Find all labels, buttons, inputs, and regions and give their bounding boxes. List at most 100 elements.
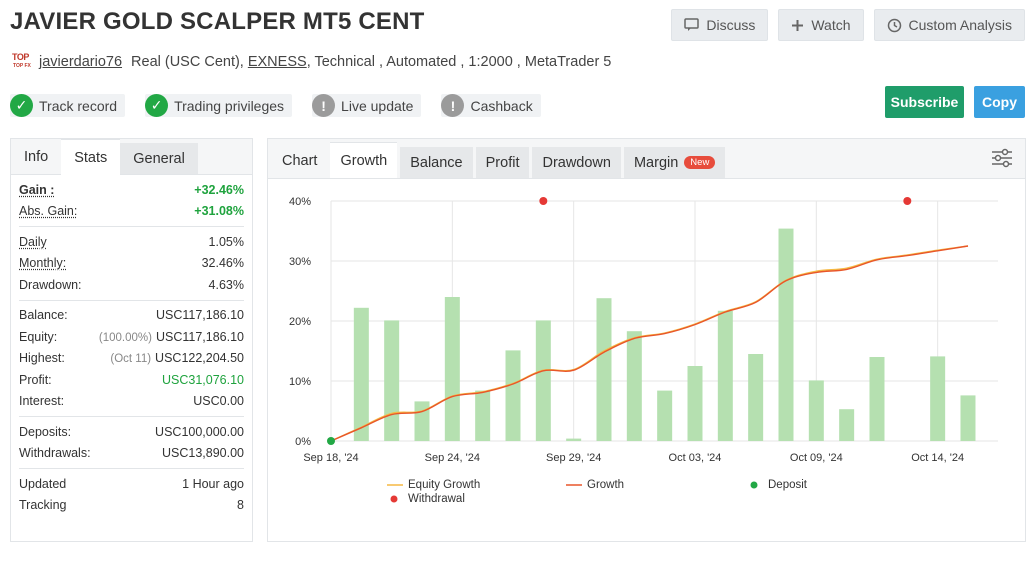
settings-sliders-icon[interactable] bbox=[991, 148, 1013, 168]
daily-value: 1.05% bbox=[208, 234, 244, 249]
stat-row-withdrawals: Withdrawals: USC13,890.00 bbox=[19, 443, 244, 465]
tab-growth[interactable]: Growth bbox=[330, 142, 398, 178]
drawdown-value: 4.63% bbox=[208, 277, 244, 292]
broker-logo: TOP TOP FX bbox=[12, 52, 32, 72]
bar bbox=[535, 320, 551, 441]
equity-value: (100.00%) USC117,186.10 bbox=[99, 330, 244, 344]
profit-value: USC31,076.10 bbox=[161, 372, 244, 387]
stat-row-monthly: Monthly: 32.46% bbox=[19, 253, 244, 275]
tab-general[interactable]: General bbox=[120, 143, 198, 174]
tab-drawdown[interactable]: Drawdown bbox=[532, 147, 621, 178]
x-tick-label: Sep 29, '24 bbox=[546, 452, 601, 464]
stat-row-profit: Profit: USC31,076.10 bbox=[19, 369, 244, 391]
stat-row-deposits: Deposits: USC100,000.00 bbox=[19, 421, 244, 443]
stat-row-highest: Highest: (Oct 11) USC122,204.50 bbox=[19, 348, 244, 370]
monthly-value: 32.46% bbox=[201, 256, 244, 271]
account-info: TOP TOP FX javierdario76 Real (USC Cent)… bbox=[12, 52, 611, 72]
chart-heading: Chart bbox=[268, 143, 328, 178]
tab-info[interactable]: Info bbox=[11, 139, 61, 175]
stat-row-interest: Interest: USC0.00 bbox=[19, 391, 244, 413]
x-tick-label: Oct 14, '24 bbox=[911, 452, 964, 464]
updated-label: Updated bbox=[19, 476, 67, 491]
stats-group-meta: Updated 1 Hour ago Tracking 8 bbox=[19, 469, 244, 520]
watch-button[interactable]: Watch bbox=[778, 9, 864, 41]
stat-row-abs-gain: Abs. Gain: +31.08% bbox=[19, 201, 244, 223]
x-tick-label: Sep 18, '24 bbox=[303, 452, 358, 464]
equity-label: Equity: bbox=[19, 329, 58, 344]
tab-margin[interactable]: Margin New bbox=[623, 147, 726, 178]
discuss-button[interactable]: Discuss bbox=[671, 9, 769, 41]
drawdown-label: Drawdown: bbox=[19, 277, 82, 292]
stat-row-updated: Updated 1 Hour ago bbox=[19, 473, 244, 495]
bar bbox=[808, 380, 824, 441]
growth-chart[interactable]: 0% 10% 20% 30% 40% Sep 18, '24 Sep 24, '24 Sep … bbox=[268, 179, 1025, 541]
bar bbox=[687, 366, 703, 441]
abs-gain-label[interactable]: Abs. Gain: bbox=[19, 204, 77, 218]
badge-live-update[interactable]: ! Live update bbox=[312, 94, 422, 117]
stat-row-gain: Gain : +32.46% bbox=[19, 179, 244, 201]
stats-group-balance: Balance: USC117,186.10 Equity: (100.00%) US… bbox=[19, 301, 244, 417]
badge-cashback[interactable]: ! Cashback bbox=[441, 94, 541, 117]
bar bbox=[384, 320, 400, 441]
legend-label: Deposit bbox=[768, 479, 807, 491]
highest-label: Highest: bbox=[19, 351, 65, 366]
tracking-value: 8 bbox=[237, 498, 244, 513]
custom-analysis-button[interactable]: Custom Analysis bbox=[873, 9, 1025, 41]
bar bbox=[839, 409, 855, 441]
legend-dot-icon bbox=[750, 481, 758, 489]
highest-value: (Oct 11) USC122,204.50 bbox=[110, 351, 244, 365]
y-tick-label: 10% bbox=[289, 376, 311, 388]
legend-dot-icon bbox=[390, 495, 398, 503]
page-title: JAVIER GOLD SCALPER MT5 CENT bbox=[10, 8, 425, 35]
stat-row-drawdown: Drawdown: 4.63% bbox=[19, 274, 244, 296]
abs-gain-value: +31.08% bbox=[194, 204, 244, 219]
highest-date: (Oct 11) bbox=[110, 353, 152, 366]
legend-growth[interactable]: Growth bbox=[565, 479, 624, 491]
interest-label: Interest: bbox=[19, 394, 65, 409]
check-icon: ✓ bbox=[10, 94, 33, 117]
bar bbox=[414, 401, 430, 441]
tab-profit[interactable]: Profit bbox=[475, 147, 530, 178]
monthly-label[interactable]: Monthly: bbox=[19, 256, 66, 270]
bar bbox=[748, 354, 764, 441]
legend-equity-growth[interactable]: Equity Growth bbox=[386, 479, 480, 491]
legend-label: Equity Growth bbox=[408, 479, 481, 491]
tab-margin-label: Margin bbox=[633, 154, 679, 171]
legend-line-icon bbox=[387, 484, 403, 486]
bar bbox=[960, 395, 976, 441]
deposits-label: Deposits: bbox=[19, 424, 72, 439]
bar bbox=[778, 228, 794, 441]
subscribe-button[interactable]: Subscribe bbox=[885, 86, 964, 118]
daily-label[interactable]: Daily bbox=[19, 235, 47, 249]
y-tick-label: 20% bbox=[289, 316, 311, 328]
username-link[interactable]: javierdario76 bbox=[39, 54, 122, 70]
tab-balance[interactable]: Balance bbox=[400, 147, 473, 178]
stats-group-deposits: Deposits: USC100,000.00 Withdrawals: USC13… bbox=[19, 417, 244, 469]
bar bbox=[353, 307, 369, 441]
withdrawal-marker bbox=[903, 197, 912, 205]
chat-icon bbox=[684, 18, 700, 31]
tab-stats[interactable]: Stats bbox=[61, 139, 121, 175]
y-tick-label: 30% bbox=[289, 256, 311, 268]
gain-value: +32.46% bbox=[194, 182, 244, 197]
new-badge: New bbox=[684, 156, 716, 169]
stats-body: Gain : +32.46% Abs. Gain: +31.08% Daily 1.0… bbox=[11, 175, 252, 520]
legend-deposit[interactable]: Deposit bbox=[749, 479, 807, 491]
copy-button[interactable]: Copy bbox=[974, 86, 1025, 118]
badge-label: Live update bbox=[341, 97, 414, 114]
gain-label[interactable]: Gain : bbox=[19, 183, 54, 197]
y-tick-label: 40% bbox=[289, 196, 311, 208]
stat-row-tracking: Tracking 8 bbox=[19, 495, 244, 517]
profit-label: Profit: bbox=[19, 372, 52, 387]
legend-label: Withdrawal bbox=[408, 493, 465, 505]
badge-label: Trading privileges bbox=[174, 97, 285, 114]
broker-link[interactable]: EXNESS bbox=[248, 54, 307, 70]
x-tick-label: Sep 24, '24 bbox=[425, 452, 480, 464]
legend-label: Growth bbox=[587, 479, 625, 491]
plus-icon bbox=[792, 19, 804, 31]
legend-withdrawal[interactable]: Withdrawal bbox=[389, 493, 465, 505]
badge-track-record[interactable]: ✓ Track record bbox=[10, 94, 126, 117]
chart-tabs: Chart Growth Balance Profit Drawdown Mar… bbox=[268, 139, 1025, 179]
bar bbox=[596, 298, 612, 441]
badge-trading-privileges[interactable]: ✓ Trading privileges bbox=[145, 94, 293, 117]
